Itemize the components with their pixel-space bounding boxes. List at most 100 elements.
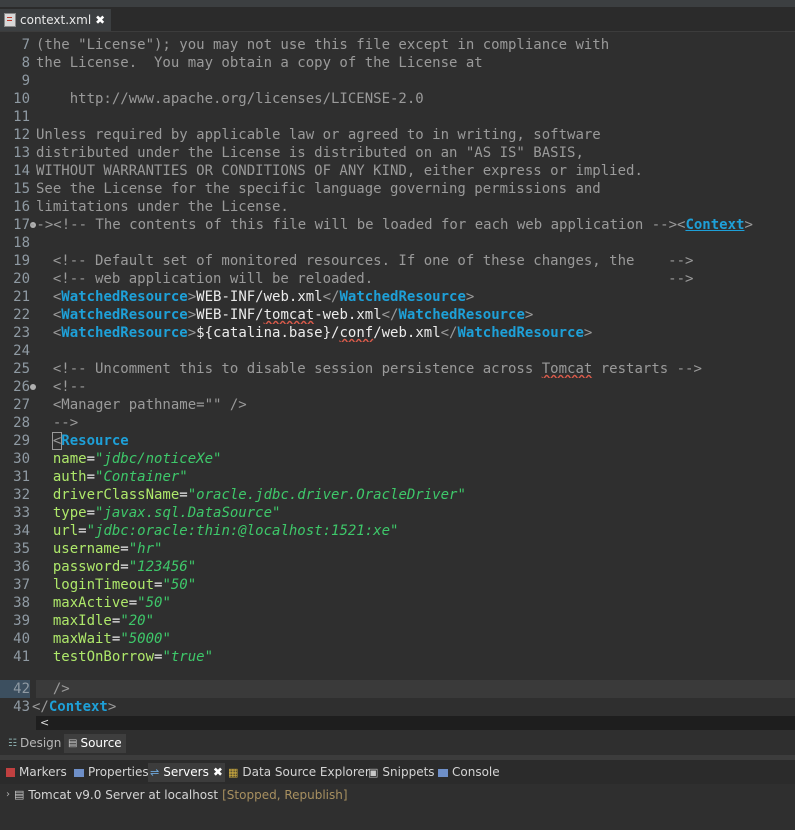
tab-markers[interactable]: Markers <box>4 763 69 782</box>
code-attribute: url <box>52 523 79 539</box>
tab-snippets[interactable]: ▣ Snippets <box>366 763 437 782</box>
servers-icon: ⇌ <box>150 766 160 779</box>
code-line: <Manager pathname="" /> <box>36 397 247 413</box>
console-icon <box>438 768 448 777</box>
line-number: 30 <box>13 451 30 467</box>
line-number: 10 <box>13 91 30 107</box>
code-area[interactable]: (the "License"); you may not use this fi… <box>28 32 795 716</box>
line-number: 24 <box>13 343 30 359</box>
code-line: loginTimeout="50" <box>52 577 197 593</box>
tab-design[interactable]: ☷ Design <box>4 734 65 753</box>
tab-label: Console <box>452 765 500 779</box>
line-number: 38 <box>13 595 30 611</box>
code-attribute: username <box>52 541 121 557</box>
code-line: <!-- <box>36 379 87 395</box>
code-attribute: testOnBorrow <box>52 649 155 665</box>
line-number: 19 <box>13 253 30 269</box>
code-line: url="jdbc:oracle:thin:@localhost:1521:xe… <box>52 523 399 539</box>
code-line: <Resource <box>51 432 129 450</box>
code-value: "true" <box>162 649 214 665</box>
line-number: 16 <box>13 199 30 215</box>
snippets-icon: ▣ <box>368 766 379 779</box>
markers-icon <box>6 768 15 777</box>
server-status: [Stopped, Republish] <box>222 788 348 802</box>
code-value: "hr" <box>128 541 163 557</box>
line-number-gutter: 7 8 9 10 11 12 13 14 15 16 17 18 19 20 2… <box>0 32 36 716</box>
tab-servers[interactable]: ⇌ Servers ✖ <box>148 763 225 782</box>
line-number: 7 <box>21 37 30 53</box>
tab-properties[interactable]: Properties <box>72 763 151 782</box>
line-number: 8 <box>21 55 30 71</box>
code-line-current: /> <box>36 680 795 698</box>
line-number: 41 <box>13 649 30 665</box>
code-line: auth="Container" <box>52 469 188 485</box>
scroll-left-icon[interactable]: < <box>40 716 49 730</box>
tab-source[interactable]: ▤ Source <box>64 734 126 753</box>
line-number: 26 <box>13 379 30 395</box>
code-tag: Context <box>685 217 745 233</box>
database-icon: ▦ <box>228 766 239 779</box>
code-tag: WatchedResource <box>61 325 188 341</box>
code-attribute: type <box>52 505 87 521</box>
code-editor[interactable]: 7 8 9 10 11 12 13 14 15 16 17 18 19 20 2… <box>0 32 795 716</box>
code-text: -web.xml <box>314 307 382 323</box>
line-number: 11 <box>13 109 30 125</box>
code-tag: WatchedResource <box>61 307 188 323</box>
code-line: the License. You may obtain a copy of th… <box>36 55 483 71</box>
line-number: 18 <box>13 235 30 251</box>
code-line: maxWait="5000" <box>52 631 171 647</box>
code-text: WEB-INF/web.xml <box>196 289 323 305</box>
code-value: "50" <box>137 595 171 611</box>
code-value: "jdbc:oracle:thin:@localhost:1521:xe" <box>86 523 399 539</box>
tab-label: Snippets <box>382 765 435 779</box>
toolbar-strip <box>0 0 795 7</box>
code-value: "20" <box>120 613 155 629</box>
close-icon[interactable]: ✖ <box>95 9 105 31</box>
code-attribute: auth <box>52 469 87 485</box>
code-line: <WatchedResource>WEB-INF/tomcat-web.xml<… <box>52 307 534 323</box>
code-line: name="jdbc/noticeXe" <box>52 451 222 467</box>
code-tag: Context <box>48 699 108 715</box>
line-number: 33 <box>13 505 30 521</box>
line-number: 34 <box>13 523 30 539</box>
code-attribute: loginTimeout <box>52 577 155 593</box>
code-value: "50" <box>162 577 197 593</box>
tab-context-xml[interactable]: context.xml ✖ <box>0 9 112 31</box>
line-number: 20 <box>13 271 30 287</box>
code-text: /web.xml <box>373 325 441 341</box>
line-number: 35 <box>13 541 30 557</box>
tab-data-source-explorer[interactable]: ▦ Data Source Explorer <box>226 763 372 782</box>
code-value: "Container" <box>95 469 188 485</box>
code-attribute: maxWait <box>52 631 112 647</box>
line-number: 39 <box>13 613 30 629</box>
code-line: --> <box>36 415 79 431</box>
code-line: WITHOUT WARRANTIES OR CONDITIONS OF ANY … <box>36 163 643 179</box>
code-line: limitations under the License. <box>36 199 289 215</box>
code-tag: WatchedResource <box>457 325 584 341</box>
code-line: maxActive="50" <box>52 595 171 611</box>
code-line: maxIdle="20" <box>52 613 155 629</box>
code-comment: <!-- Uncomment this to disable session p… <box>36 361 542 377</box>
bottom-panel-tabs: Markers Properties ⇌ Servers ✖ ▦ Data So… <box>0 760 795 784</box>
code-value: "oracle.jdbc.driver.OracleDriver" <box>187 487 466 503</box>
line-number: 27 <box>13 397 30 413</box>
tab-console[interactable]: Console <box>436 763 502 782</box>
code-comment: restarts --> <box>592 361 702 377</box>
code-attribute: driverClassName <box>52 487 180 503</box>
line-number: 43 <box>13 699 30 715</box>
tab-label: Source <box>80 736 122 750</box>
code-text: WEB-INF/ <box>196 307 264 323</box>
line-number: 13 <box>13 145 30 161</box>
line-number: 31 <box>13 469 30 485</box>
code-line: testOnBorrow="true" <box>52 649 214 665</box>
tab-label: Markers <box>19 765 67 779</box>
code-tag: WatchedResource <box>339 289 466 305</box>
expand-chevron-icon[interactable]: › <box>6 786 10 804</box>
server-row[interactable]: › ▤ Tomcat v9.0 Server at localhost [Sto… <box>6 786 348 804</box>
horizontal-scrollbar[interactable]: < <box>36 716 795 730</box>
close-icon[interactable]: ✖ <box>213 763 223 782</box>
code-line: <!-- Uncomment this to disable session p… <box>36 360 795 378</box>
line-number: 25 <box>13 361 30 377</box>
code-punct: > <box>744 217 753 233</box>
tab-label: context.xml <box>20 13 92 27</box>
